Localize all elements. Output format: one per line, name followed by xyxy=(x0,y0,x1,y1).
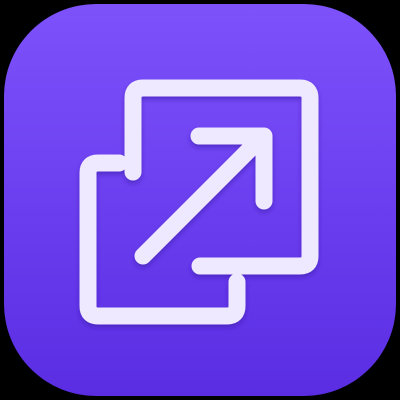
app-icon-canvas xyxy=(0,0,400,400)
app-icon[interactable] xyxy=(0,0,400,400)
